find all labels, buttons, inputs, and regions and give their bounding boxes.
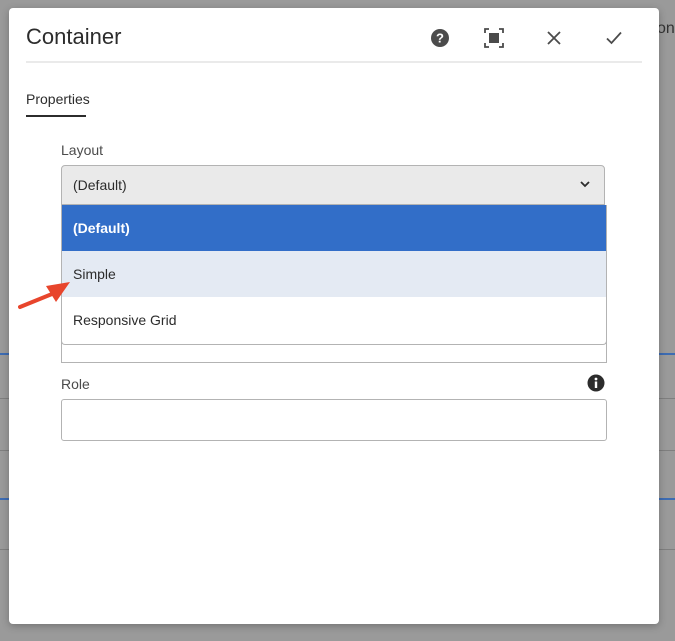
annotation-arrow-icon	[18, 282, 70, 309]
role-label: Role	[61, 376, 90, 392]
background-partial-text: on'	[657, 20, 675, 37]
header-divider	[26, 61, 642, 63]
layout-select-value: (Default)	[73, 177, 127, 193]
done-button[interactable]	[601, 25, 627, 51]
close-button[interactable]	[541, 25, 567, 51]
close-icon	[547, 31, 561, 45]
help-button[interactable]: ?	[427, 25, 453, 51]
fullscreen-button[interactable]	[481, 25, 507, 51]
layout-option-simple[interactable]: Simple	[62, 251, 606, 297]
info-icon[interactable]	[587, 374, 605, 392]
dialog-title: Container	[26, 24, 122, 49]
layout-option-default[interactable]: (Default)	[62, 205, 606, 251]
check-icon	[606, 31, 622, 45]
layout-label: Layout	[61, 142, 104, 158]
svg-text:?: ?	[436, 31, 444, 46]
layout-option-responsive-grid[interactable]: Responsive Grid	[62, 297, 606, 343]
role-input[interactable]	[61, 399, 607, 441]
tab-properties[interactable]: Properties	[26, 91, 90, 115]
help-icon: ?	[431, 29, 449, 47]
active-tab-indicator	[26, 115, 86, 117]
layout-dropdown-list: (Default) Simple Responsive Grid	[61, 205, 607, 345]
chevron-down-icon	[580, 181, 590, 188]
container-dialog: Container ? Properties Layout (Default) …	[9, 8, 659, 624]
fullscreen-icon	[484, 28, 504, 48]
layout-select[interactable]: (Default)	[61, 165, 605, 205]
